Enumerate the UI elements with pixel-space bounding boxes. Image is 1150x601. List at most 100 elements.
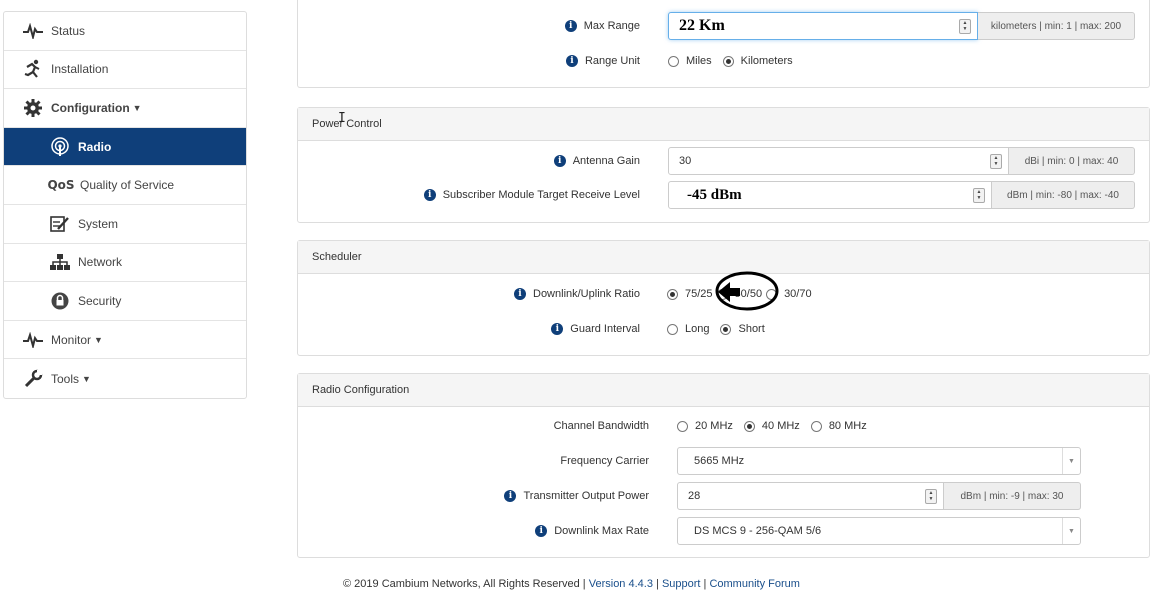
radio-button[interactable] (722, 55, 734, 67)
sidebar-item-configuration[interactable]: Configuration ▼ (4, 89, 246, 128)
bandwidth-option-40[interactable]: 40 MHz (743, 420, 800, 432)
pulse-icon (21, 330, 45, 350)
panel-title: Scheduler (298, 241, 1149, 274)
radio-button[interactable] (716, 288, 728, 300)
tx-power-input[interactable]: 28 ▲ ▼ (677, 482, 944, 510)
spinner-icon[interactable]: ▲ ▼ (925, 489, 937, 504)
antenna-gain-units: dBi | min: 0 | max: 40 (1009, 147, 1135, 175)
radio-button[interactable] (766, 288, 778, 300)
radio-antenna-icon (48, 136, 72, 157)
range-unit-kilometers[interactable]: Kilometers (722, 55, 793, 67)
guard-interval-label: Guard Interval (570, 323, 640, 335)
sidebar-item-tools[interactable]: Tools ▼ (4, 359, 246, 398)
sidebar-item-qos[interactable]: QoS Quality of Service (4, 166, 246, 205)
max-range-input[interactable]: 22 Km ▲ ▼ (668, 12, 978, 40)
antenna-gain-input[interactable]: 30 ▲ ▼ (668, 147, 1009, 175)
sm-target-value: -45 dBm (687, 186, 742, 203)
sm-target-input[interactable]: -45 dBm ▲ ▼ (668, 181, 992, 209)
range-unit-radio-group: Miles Kilometers (668, 47, 804, 75)
range-panel: i Max Range 22 Km ▲ ▼ kilometers | min: 1… (297, 0, 1150, 88)
info-icon[interactable]: i (564, 20, 577, 32)
sidebar-item-label: Configuration (51, 100, 130, 115)
radio-button[interactable] (677, 420, 688, 432)
bandwidth-radio-group: 20 MHz 40 MHz 80 MHz (677, 412, 878, 440)
sm-target-label: Subscriber Module Target Receive Level (442, 189, 640, 201)
copyright-text: © 2019 Cambium Networks, All Rights Rese… (343, 578, 586, 590)
radio-button[interactable] (810, 420, 822, 432)
sidebar-item-monitor[interactable]: Monitor ▼ (4, 321, 246, 360)
frequency-carrier-value: 5665 MHz (694, 455, 745, 467)
sidebar-item-radio[interactable]: Radio (4, 127, 246, 167)
ratio-option-30-70[interactable]: 30/70 (766, 288, 812, 300)
sidebar-item-network[interactable]: Network (4, 244, 246, 283)
system-edit-icon (48, 214, 72, 234)
network-icon (48, 252, 72, 272)
radio-button[interactable] (743, 420, 755, 432)
guard-option-long[interactable]: Long (667, 323, 709, 335)
sidebar-item-security[interactable]: Security (4, 282, 246, 321)
range-unit-label: Range Unit (584, 55, 640, 67)
radio-button[interactable] (720, 323, 732, 335)
caret-down-icon: ▼ (94, 334, 103, 345)
info-icon[interactable]: i (535, 525, 548, 537)
bandwidth-option-20[interactable]: 20 MHz (677, 420, 733, 432)
tx-power-units: dBm | min: -9 | max: 30 (944, 482, 1081, 510)
footer-separator: | (703, 578, 707, 590)
ratio-option-50-50[interactable]: 50/50 (716, 288, 762, 300)
power-control-panel: Power Control i Antenna Gain 30 ▲ ▼ dBi |… (297, 107, 1150, 223)
support-link[interactable]: Support (662, 578, 701, 590)
community-forum-link[interactable]: Community Forum (709, 578, 799, 590)
spinner-icon[interactable]: ▲ ▼ (990, 154, 1002, 169)
caret-down-icon: ▼ (132, 102, 142, 113)
sidebar-item-status[interactable]: Status (4, 12, 246, 51)
info-icon[interactable]: i (423, 189, 436, 201)
sidebar-nav: Status Installation Configuration ▼ Radi… (3, 11, 247, 399)
info-icon[interactable]: i (553, 155, 566, 167)
qos-icon: QoS (47, 178, 75, 193)
sidebar-item-label: Monitor (51, 332, 92, 347)
radio-button[interactable] (667, 323, 678, 335)
sidebar-item-installation[interactable]: Installation (4, 51, 246, 90)
panel-title: Radio Configuration (298, 374, 1149, 407)
frequency-carrier-select[interactable]: 5665 MHz ▼ (677, 447, 1081, 475)
bandwidth-option-80[interactable]: 80 MHz (810, 420, 867, 432)
max-range-label: Max Range (583, 20, 640, 32)
sidebar-item-label: Security (78, 293, 122, 308)
sidebar-item-label: Radio (78, 139, 112, 154)
info-icon[interactable]: i (551, 323, 564, 335)
dl-max-rate-select[interactable]: DS MCS 9 - 256-QAM 5/6 ▼ (677, 517, 1081, 545)
guard-option-short[interactable]: Short (720, 323, 765, 335)
ratio-label: Downlink/Uplink Ratio (533, 288, 640, 300)
range-unit-miles[interactable]: Miles (668, 55, 712, 67)
info-icon[interactable]: i (565, 55, 578, 67)
wrench-icon (21, 369, 45, 389)
sidebar-item-system[interactable]: System (4, 205, 246, 244)
runner-icon (21, 59, 45, 79)
sidebar-item-label: Status (51, 23, 86, 38)
dl-max-rate-value: DS MCS 9 - 256-QAM 5/6 (694, 525, 822, 537)
scheduler-panel: Scheduler i Downlink/Uplink Ratio 75/25 … (297, 240, 1150, 356)
max-range-value: 22 Km (679, 17, 725, 34)
sidebar-item-label: System (78, 216, 119, 231)
chevron-down-icon[interactable]: ▼ (1062, 518, 1080, 544)
info-icon[interactable]: i (514, 288, 526, 300)
gear-icon (21, 98, 45, 118)
spinner-icon[interactable]: ▲ ▼ (959, 19, 971, 34)
lock-icon (48, 291, 72, 311)
frequency-carrier-label: Frequency Carrier (560, 455, 649, 467)
radio-button[interactable] (668, 55, 679, 67)
chevron-down-icon[interactable]: ▼ (1062, 448, 1080, 474)
guard-interval-radio-group: Long Short (667, 315, 776, 343)
bandwidth-label: Channel Bandwidth (553, 420, 649, 432)
radio-button[interactable] (667, 288, 678, 300)
ratio-option-75-25[interactable]: 75/25 (667, 288, 713, 300)
sidebar-item-label: Quality of Service (80, 178, 175, 193)
footer: © 2019 Cambium Networks, All Rights Rese… (343, 578, 800, 590)
sidebar-item-label: Tools (51, 371, 80, 386)
version-link[interactable]: Version 4.4.3 (589, 578, 653, 590)
tx-power-value: 28 (688, 490, 701, 502)
info-icon[interactable]: i (504, 490, 517, 502)
pulse-icon (21, 21, 45, 41)
caret-down-icon: ▼ (82, 373, 91, 384)
spinner-icon[interactable]: ▲ ▼ (973, 188, 985, 203)
